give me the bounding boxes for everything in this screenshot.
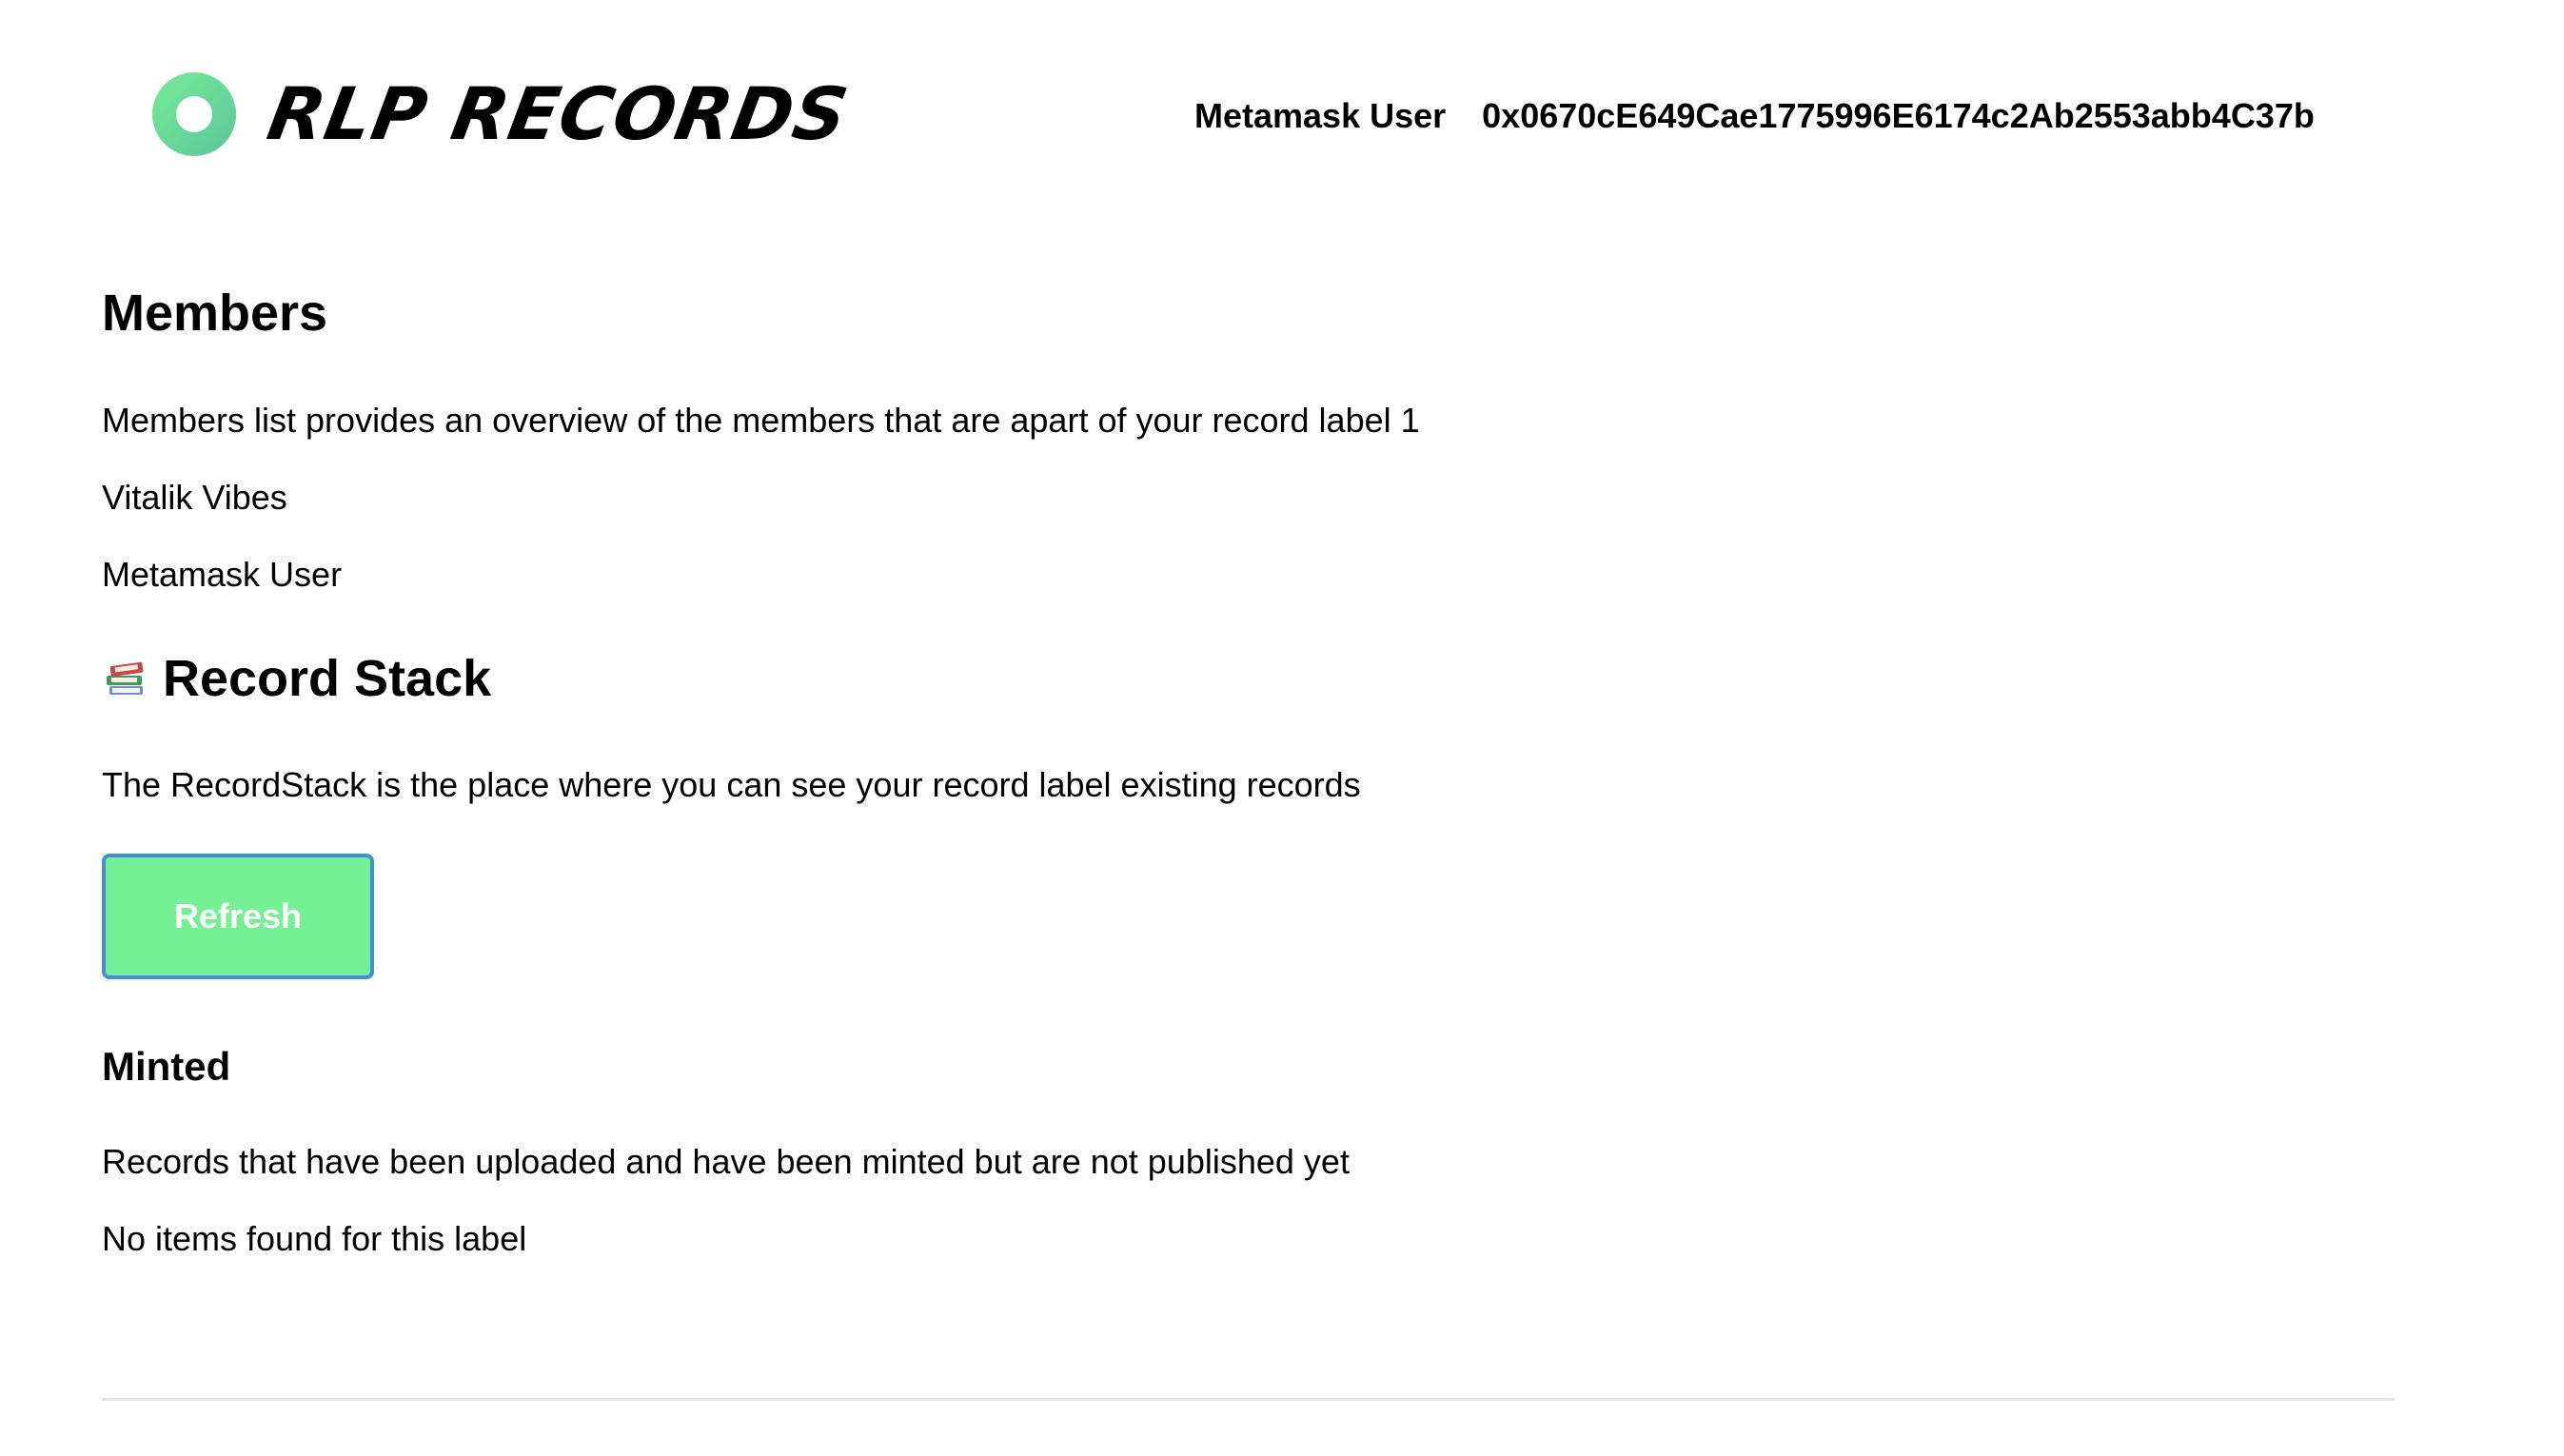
record-stack-title: Record Stack bbox=[102, 653, 491, 704]
main-content: Members Members list provides an overvie… bbox=[102, 0, 2395, 1456]
member-item: Vitalik Vibes bbox=[102, 478, 287, 517]
members-title: Members bbox=[102, 285, 328, 342]
books-icon bbox=[107, 661, 144, 695]
content-divider bbox=[102, 1398, 2395, 1401]
empty-state-message: No items found for this label bbox=[102, 1219, 527, 1258]
refresh-button[interactable]: Refresh bbox=[102, 854, 374, 979]
record-stack-title-text: Record Stack bbox=[163, 650, 492, 707]
record-stack-description: The RecordStack is the place where you c… bbox=[102, 765, 1361, 804]
members-description: Members list provides an overview of the… bbox=[102, 401, 1420, 440]
member-item: Metamask User bbox=[102, 555, 343, 594]
minted-description: Records that have been uploaded and have… bbox=[102, 1142, 1350, 1181]
minted-title: Minted bbox=[102, 1044, 231, 1089]
